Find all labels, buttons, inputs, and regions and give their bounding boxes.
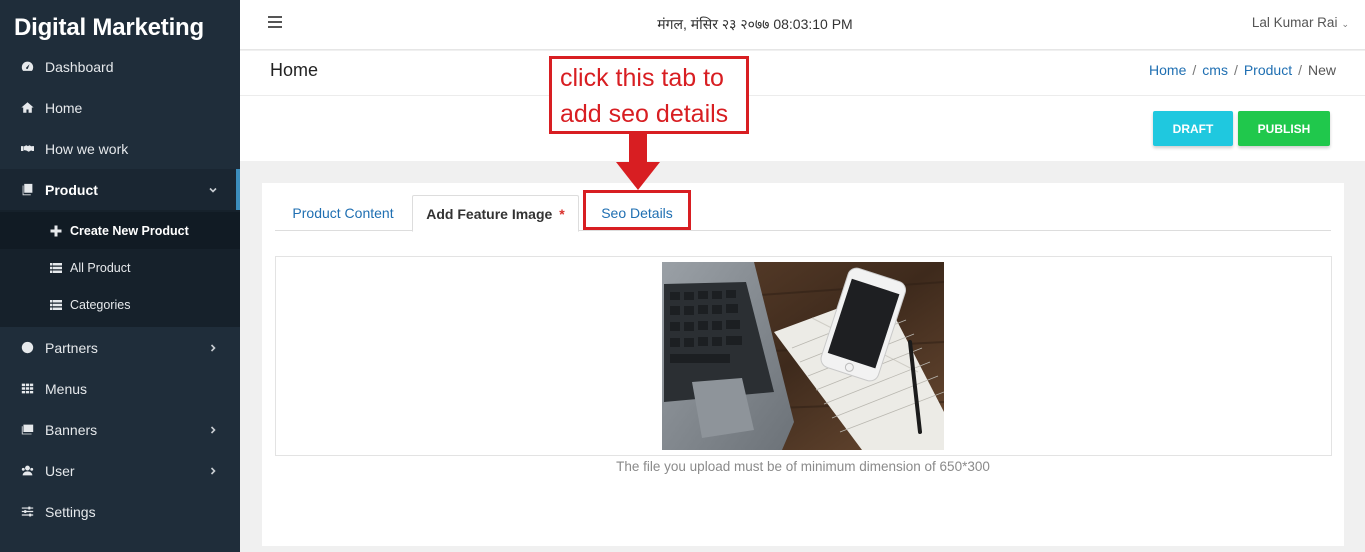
handshake-icon [19, 141, 35, 157]
sidebar-item-settings[interactable]: Settings [0, 491, 240, 532]
sidebar-subitem-all-product[interactable]: All Product [0, 249, 240, 286]
breadcrumb-current: New [1307, 62, 1336, 78]
sidebar-subitem-label: Create New Product [70, 223, 189, 238]
sliders-icon [19, 504, 35, 520]
list-icon [49, 261, 63, 275]
sidebar-item-product[interactable]: Product [0, 169, 240, 210]
header-divider [240, 95, 1365, 96]
sidebar-item-partners[interactable]: Partners [0, 327, 240, 368]
sidebar-item-label: Partners [45, 339, 98, 356]
sidebar-item-banners[interactable]: Banners [0, 409, 240, 450]
topbar: मंगल, मंसिर २३ २०७७ 08:03:10 PM Lal Kuma… [240, 0, 1365, 50]
chevron-right-icon [208, 463, 218, 475]
home-icon [19, 100, 35, 116]
sidebar-item-label: User [45, 462, 75, 479]
annotation-line-2: add seo details [560, 100, 729, 128]
chevron-down-icon: ⌄ [1341, 19, 1349, 29]
sidebar-item-label: Menus [45, 380, 88, 397]
publish-button[interactable]: PUBLISH [1238, 111, 1330, 146]
sidebar-item-user[interactable]: User [0, 450, 240, 491]
user-menu[interactable]: Lal Kumar Rai ⌄ [1252, 15, 1349, 30]
sidebar-item-dashboard[interactable]: Dashboard [0, 46, 240, 87]
chevron-right-icon [208, 340, 218, 352]
sidebar-item-menus[interactable]: Menus [0, 368, 240, 409]
sidebar-item-label: Product [45, 181, 98, 198]
sidebar: Digital Marketing Dashboard Home How we … [0, 0, 240, 552]
sidebar-item-label: How we work [45, 140, 129, 157]
product-submenu: Create New Product All Product Categorie… [0, 210, 240, 327]
breadcrumb: Home / cms / Product / New [1149, 62, 1336, 78]
sidebar-item-label: Dashboard [45, 58, 114, 75]
feature-image-preview [662, 262, 944, 450]
grid-icon [19, 381, 35, 397]
annotation-arrow-icon [616, 134, 660, 190]
partners-icon [19, 340, 35, 356]
required-asterisk: * [559, 205, 565, 222]
sidebar-item-label: Settings [45, 503, 96, 520]
sidebar-item-label: Banners [45, 421, 98, 438]
draft-button[interactable]: DRAFT [1153, 111, 1233, 146]
sidebar-item-label: Home [45, 99, 83, 116]
sidebar-subitem-label: All Product [70, 260, 131, 275]
page-header: Home Home / cms / Product / New DRAFT PUBLISH [240, 51, 1365, 161]
feature-image-dropzone[interactable] [275, 256, 1332, 456]
sidebar-item-how-we-work[interactable]: How we work [0, 128, 240, 169]
list-icon [49, 298, 63, 312]
plus-icon [49, 224, 63, 238]
sidebar-subitem-create-new-product[interactable]: Create New Product [0, 212, 240, 249]
dashboard-icon [19, 59, 35, 75]
tab-label: Add Feature Image [426, 205, 553, 222]
images-icon [19, 422, 35, 438]
page-title: Home [270, 60, 319, 80]
product-icon [19, 182, 35, 198]
tab-add-feature-image[interactable]: Add Feature Image * [412, 195, 579, 232]
breadcrumb-cms[interactable]: cms [1202, 62, 1228, 78]
users-icon [19, 463, 35, 479]
datetime-display: मंगल, मंसिर २३ २०७७ 08:03:10 PM [657, 16, 853, 32]
user-name: Lal Kumar Rai [1251, 15, 1338, 30]
chevron-right-icon [208, 422, 218, 434]
chevron-down-icon [208, 182, 218, 193]
upload-hint: The file you upload must be of minimum d… [616, 459, 990, 474]
product-tabs: Product Content Add Feature Image * Seo D… [275, 195, 1331, 232]
breadcrumb-home[interactable]: Home [1149, 62, 1186, 78]
breadcrumb-product[interactable]: Product [1244, 62, 1292, 78]
annotation-highlight-box [583, 190, 691, 230]
sidebar-subitem-label: Categories [70, 297, 131, 312]
annotation-line-1: click this tab to [560, 64, 724, 92]
product-form-card: Product Content Add Feature Image * Seo D… [262, 183, 1344, 546]
sidebar-item-home[interactable]: Home [0, 87, 240, 128]
tab-product-content[interactable]: Product Content [275, 195, 411, 231]
annotation-callout: click this tab to add seo details [549, 56, 749, 134]
sidebar-subitem-categories[interactable]: Categories [0, 286, 240, 323]
